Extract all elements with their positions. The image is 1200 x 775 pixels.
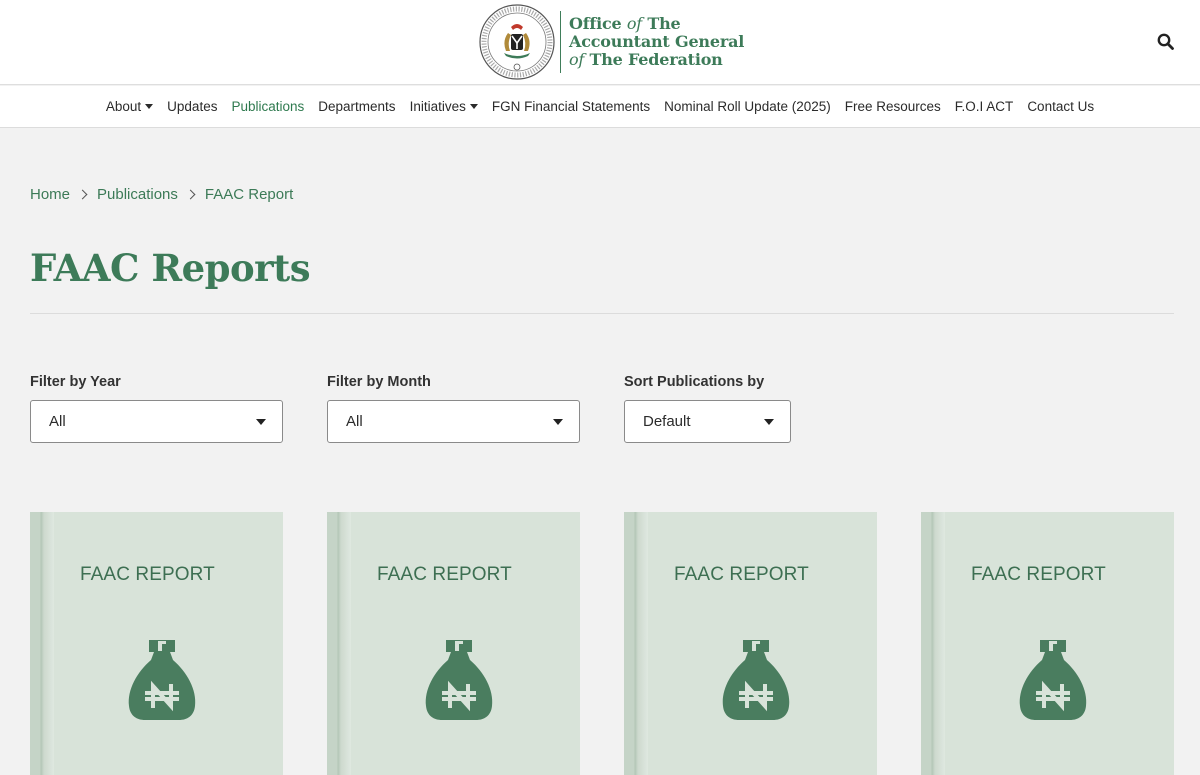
logo-wordmark: Office of The Accountant General of The …	[569, 14, 745, 69]
sort-select[interactable]: Default	[624, 400, 791, 443]
dropdown-arrow-icon	[256, 418, 266, 425]
dropdown-arrow-icon	[764, 418, 774, 425]
chevron-right-icon	[77, 189, 88, 200]
filter-year-label: Filter by Year	[30, 374, 121, 390]
nav-item-nominal-roll-update[interactable]: Nominal Roll Update (2025)	[664, 99, 831, 114]
sort-publications: Sort Publications by Default	[624, 374, 791, 443]
filter-month: Filter by Month All	[327, 374, 580, 443]
report-card-title: FAAC REPORT	[377, 564, 512, 585]
coat-of-arms-seal-icon	[479, 4, 555, 80]
naira-money-bag-icon	[722, 640, 790, 720]
naira-money-bag-icon	[425, 640, 493, 720]
report-card-title: FAAC REPORT	[674, 564, 809, 585]
report-card-title: FAAC REPORT	[971, 564, 1106, 585]
logo-divider	[560, 11, 561, 73]
chevron-right-icon	[185, 189, 196, 200]
breadcrumb-faac-report[interactable]: FAAC Report	[205, 186, 293, 203]
report-card[interactable]: FAAC REPORT	[921, 512, 1174, 775]
breadcrumb: Home Publications FAAC Report	[30, 186, 293, 203]
nav-item-publications[interactable]: Publications	[231, 99, 304, 114]
naira-money-bag-icon	[128, 640, 196, 720]
dropdown-arrow-icon	[553, 418, 563, 425]
report-card[interactable]: FAAC REPORT	[327, 512, 580, 775]
book-spine	[921, 512, 945, 775]
book-spine	[30, 512, 54, 775]
book-spine	[327, 512, 351, 775]
nav-item-fgn-financial-statements[interactable]: FGN Financial Statements	[492, 99, 650, 114]
filter-month-value: All	[346, 413, 363, 430]
nav-item-foi-act[interactable]: F.O.I ACT	[955, 99, 1014, 114]
sort-value: Default	[643, 413, 691, 430]
nav-item-contact-us[interactable]: Contact Us	[1027, 99, 1094, 114]
breadcrumb-home[interactable]: Home	[30, 186, 70, 203]
search-button[interactable]	[1154, 30, 1176, 52]
nav-item-updates[interactable]: Updates	[167, 99, 217, 114]
book-spine	[624, 512, 648, 775]
filter-year-value: All	[49, 413, 66, 430]
nav-item-free-resources[interactable]: Free Resources	[845, 99, 941, 114]
main-nav: About Updates Publications Departments I…	[0, 86, 1200, 128]
title-divider	[30, 313, 1174, 314]
filter-year: Filter by Year All	[30, 374, 283, 443]
sort-label: Sort Publications by	[624, 374, 765, 390]
breadcrumb-publications[interactable]: Publications	[97, 186, 178, 203]
nav-item-initiatives[interactable]: Initiatives	[410, 99, 478, 114]
nav-item-about[interactable]: About	[106, 99, 154, 114]
filter-month-label: Filter by Month	[327, 374, 431, 390]
site-logo[interactable]: Office of The Accountant General of The …	[478, 3, 744, 81]
naira-money-bag-icon	[1019, 640, 1087, 720]
filter-year-select[interactable]: All	[30, 400, 283, 443]
caret-down-icon	[145, 104, 154, 109]
report-card[interactable]: FAAC REPORT	[624, 512, 877, 775]
caret-down-icon	[469, 104, 478, 109]
page-title: FAAC Reports	[30, 246, 311, 290]
filter-month-select[interactable]: All	[327, 400, 580, 443]
site-header: Office of The Accountant General of The …	[0, 0, 1200, 85]
search-icon	[1157, 33, 1174, 50]
nav-item-departments[interactable]: Departments	[318, 99, 395, 114]
report-card[interactable]: FAAC REPORT	[30, 512, 283, 775]
report-card-title: FAAC REPORT	[80, 564, 215, 585]
